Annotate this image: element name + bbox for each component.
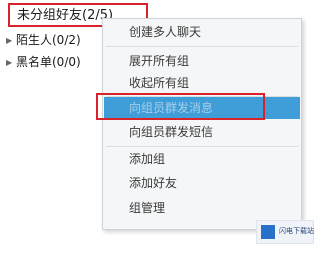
watermark-text: 闪电下载站 [279,227,314,235]
menu-item-add-group[interactable]: 添加组 [104,148,300,170]
watermark-logo: 闪电下载站 [256,220,314,244]
menu-item-collapse-all-groups[interactable]: 收起所有组 [104,72,300,94]
menu-highlight-callout [96,93,265,120]
menu-separator [106,146,298,147]
menu-item-add-friend[interactable]: 添加好友 [104,172,300,194]
group-blacklist[interactable]: ▶ 黑名单(0/0) [6,52,81,72]
watermark-mark-icon [261,225,275,239]
menu-separator [106,46,298,47]
expand-arrow-icon[interactable]: ▶ [6,31,16,51]
group-label: 陌生人(0/2) [16,33,81,47]
group-strangers[interactable]: ▶ 陌生人(0/2) [6,30,81,50]
menu-item-mass-sms-members[interactable]: 向组员群发短信 [104,121,300,143]
group-label: 黑名单(0/0) [16,55,81,69]
menu-item-group-management[interactable]: 组管理 [104,197,300,219]
context-menu: 创建多人聊天 展开所有组 收起所有组 向组员群发消息 向组员群发短信 添加组 添… [102,18,302,230]
menu-item-create-group-chat[interactable]: 创建多人聊天 [104,21,300,43]
menu-item-expand-all-groups[interactable]: 展开所有组 [104,50,300,72]
expand-arrow-icon[interactable]: ▶ [6,53,16,73]
